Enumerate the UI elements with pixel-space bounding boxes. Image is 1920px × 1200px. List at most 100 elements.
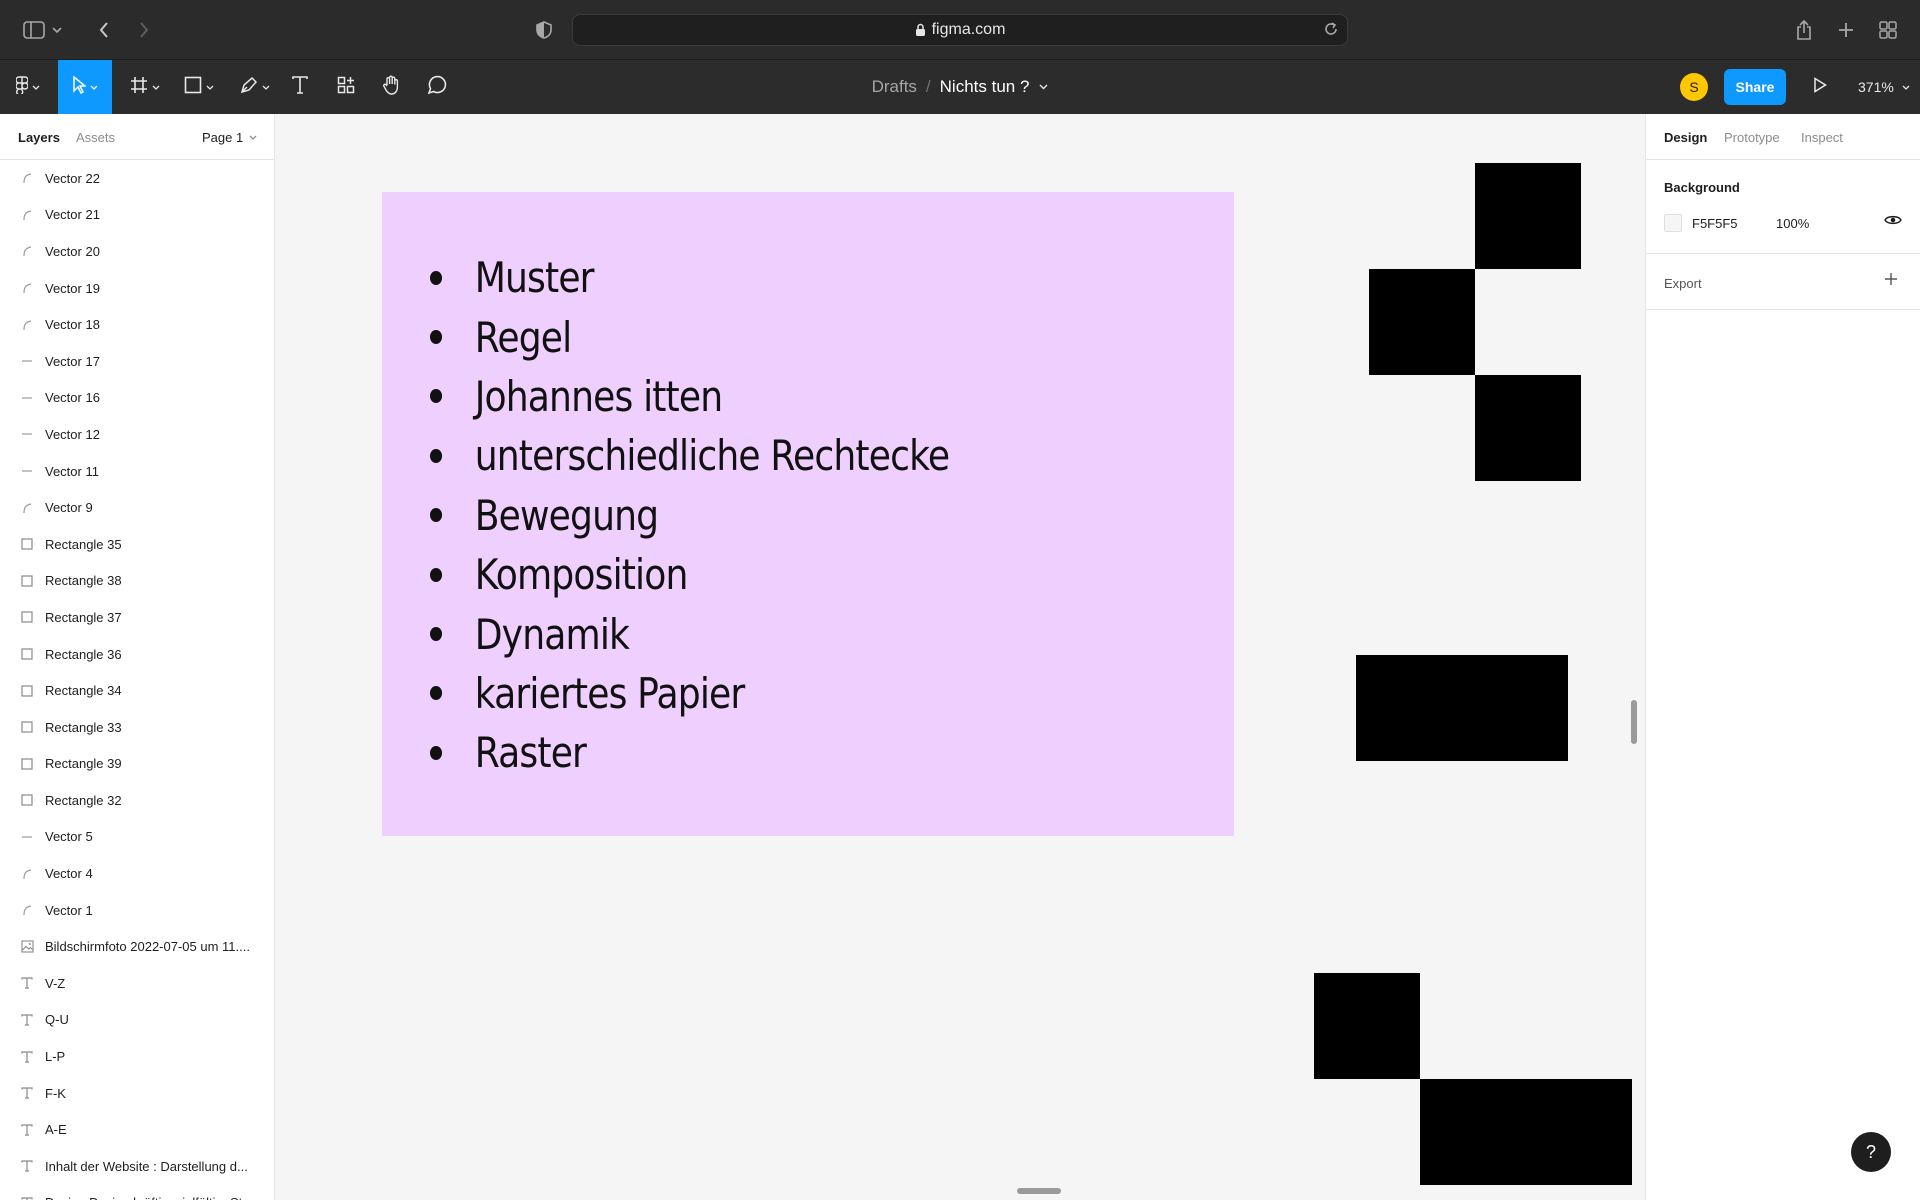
main-menu-button[interactable] [8, 60, 48, 114]
layer-item[interactable]: Rectangle 37 [0, 599, 274, 636]
reload-icon[interactable] [1323, 21, 1339, 42]
layer-item[interactable]: Rectangle 35 [0, 526, 274, 563]
layer-name: Vector 9 [45, 500, 93, 516]
chevron-down-icon[interactable] [50, 14, 64, 46]
eye-icon[interactable] [1884, 214, 1902, 226]
plus-icon[interactable] [1884, 272, 1898, 286]
layer-item[interactable]: Inhalt der Website : Darstellung d... [0, 1148, 274, 1185]
layer-item[interactable]: Vector 1 [0, 892, 274, 929]
sidebar-toggle-icon[interactable] [18, 14, 50, 46]
black-rectangle[interactable] [1356, 655, 1568, 761]
vertical-scrollbar[interactable] [1631, 700, 1637, 744]
black-rectangle[interactable] [1475, 375, 1581, 481]
comment-bubble-icon [427, 75, 447, 100]
cursor-arrow-icon [72, 74, 88, 99]
back-arrow-icon[interactable] [88, 14, 120, 46]
layer-item[interactable]: Rectangle 36 [0, 636, 274, 673]
layer-item[interactable]: V-Z [0, 965, 274, 1002]
layer-item[interactable]: Vector 20 [0, 233, 274, 270]
tab-layers[interactable]: Layers [18, 130, 60, 145]
layer-item[interactable]: Rectangle 32 [0, 782, 274, 819]
layer-name: Q-U [45, 1012, 69, 1028]
tab-overview-icon[interactable] [1872, 14, 1904, 46]
layer-item[interactable]: Design Design kräftig, vielfältig, St... [0, 1185, 274, 1200]
design-canvas[interactable]: Muster Regel Johannes itten unterschiedlich… [275, 114, 1645, 1200]
chevron-down-icon [1902, 85, 1910, 90]
black-rectangle[interactable] [1314, 973, 1420, 1079]
breadcrumb-drafts-link[interactable]: Drafts [872, 77, 917, 97]
layer-name: Vector 22 [45, 170, 100, 186]
line-icon [20, 427, 34, 441]
shape-tool-button[interactable] [178, 60, 220, 114]
frame-tool-button[interactable] [124, 60, 166, 114]
present-button[interactable] [1806, 73, 1834, 101]
layer-item[interactable]: Vector 16 [0, 380, 274, 417]
chevron-down-icon [90, 85, 98, 90]
background-hex-input[interactable]: F5F5F5 [1692, 216, 1738, 231]
layer-name: Inhalt der Website : Darstellung d... [45, 1158, 248, 1174]
layer-name: Rectangle 32 [45, 792, 122, 808]
layer-name: Vector 21 [45, 207, 100, 223]
layer-item[interactable]: Vector 4 [0, 855, 274, 892]
layer-name: Vector 4 [45, 866, 93, 882]
layer-item[interactable]: Rectangle 33 [0, 709, 274, 746]
layer-item[interactable]: Vector 12 [0, 416, 274, 453]
layer-item[interactable]: A-E [0, 1111, 274, 1148]
share-button[interactable]: Share [1724, 69, 1786, 105]
black-rectangle[interactable] [1420, 1079, 1632, 1185]
file-name-menu[interactable]: Nichts tun ? [940, 77, 1049, 97]
resources-tool-button[interactable] [332, 60, 360, 114]
background-title: Background [1664, 180, 1740, 195]
layer-item[interactable]: Vector 9 [0, 489, 274, 526]
bullet-dot [430, 270, 443, 285]
layer-item[interactable]: Vector 5 [0, 819, 274, 856]
bullet-dot [430, 686, 443, 701]
help-button[interactable]: ? [1851, 1132, 1891, 1172]
background-opacity-input[interactable]: 100% [1776, 216, 1809, 231]
tab-design[interactable]: Design [1664, 130, 1707, 145]
layer-item[interactable]: Q-U [0, 1002, 274, 1039]
address-bar[interactable]: figma.com [572, 14, 1348, 46]
horizontal-scrollbar[interactable] [1017, 1188, 1061, 1194]
rectangle-icon [20, 720, 34, 734]
layer-item[interactable]: Vector 18 [0, 306, 274, 343]
background-color-swatch[interactable] [1664, 214, 1682, 232]
line-icon [20, 354, 34, 368]
pen-tool-button[interactable] [234, 60, 276, 114]
forward-arrow-icon[interactable] [128, 14, 160, 46]
layer-item[interactable]: L-P [0, 1038, 274, 1075]
bullet-dot [430, 448, 443, 463]
content-frame[interactable]: Muster Regel Johannes itten unterschiedlich… [382, 192, 1234, 836]
hand-tool-button[interactable] [377, 60, 405, 114]
zoom-menu[interactable]: 371% [1858, 60, 1910, 114]
tab-assets[interactable]: Assets [76, 130, 115, 145]
bullet-dot [430, 567, 443, 582]
privacy-shield-icon[interactable] [528, 14, 560, 46]
layer-item[interactable]: Vector 17 [0, 343, 274, 380]
black-rectangle[interactable] [1475, 163, 1581, 269]
page-selector[interactable]: Page 1 [202, 130, 257, 145]
user-avatar[interactable]: S [1680, 73, 1708, 101]
tab-prototype[interactable]: Prototype [1724, 130, 1780, 145]
layer-item[interactable]: Bildschirmfoto 2022-07-05 um 11.... [0, 928, 274, 965]
text-tool-button[interactable] [286, 60, 314, 114]
layer-item[interactable]: Rectangle 39 [0, 746, 274, 783]
layer-item[interactable]: Rectangle 34 [0, 672, 274, 709]
layer-item[interactable]: F-K [0, 1075, 274, 1112]
layer-item[interactable]: Rectangle 38 [0, 563, 274, 600]
comment-tool-button[interactable] [423, 60, 451, 114]
layer-item[interactable]: Vector 19 [0, 270, 274, 307]
new-tab-icon[interactable] [1830, 14, 1862, 46]
share-sheet-icon[interactable] [1788, 14, 1820, 46]
black-rectangle[interactable] [1369, 269, 1475, 375]
line-icon [20, 464, 34, 478]
tab-inspect[interactable]: Inspect [1801, 130, 1843, 145]
layer-name: Rectangle 34 [45, 683, 122, 699]
layer-item[interactable]: Vector 11 [0, 453, 274, 490]
layer-item[interactable]: Vector 21 [0, 197, 274, 234]
right-panel-tabs: Design Prototype Inspect [1646, 114, 1920, 160]
layer-name: Vector 5 [45, 829, 93, 845]
file-name: Nichts tun ? [939, 77, 1030, 96]
layer-item[interactable]: Vector 22 [0, 160, 274, 197]
move-tool-button[interactable] [58, 60, 112, 114]
